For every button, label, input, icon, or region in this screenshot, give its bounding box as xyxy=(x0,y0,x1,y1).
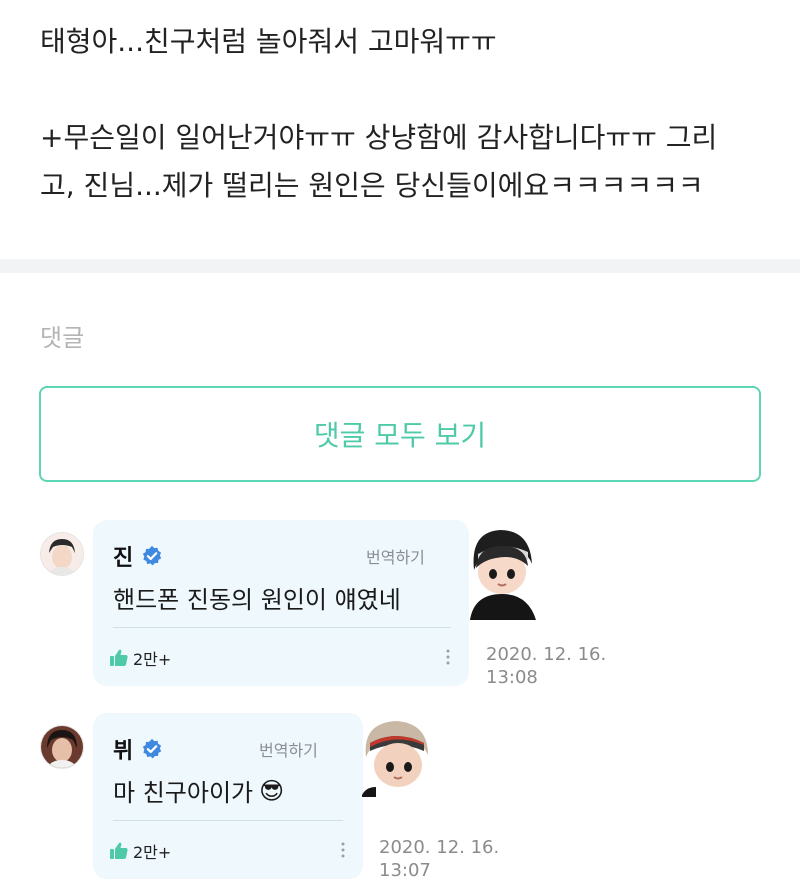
post-line: +무슨일이 일어난거야ㅠㅠ 상냥함에 감사합니다ㅠㅠ 그리 xyxy=(40,121,718,154)
vertical-dots-icon xyxy=(341,842,345,858)
translate-button[interactable]: 번역하기 xyxy=(259,737,318,761)
comment-text: 핸드폰 진동의 원인이 얘였네 xyxy=(113,580,401,615)
comment-text-content: 핸드폰 진동의 원인이 얘였네 xyxy=(113,586,401,614)
vertical-dots-icon xyxy=(446,649,450,665)
view-all-comments-button[interactable]: 댓글 모두 보기 xyxy=(39,386,761,482)
sticker-image xyxy=(466,524,538,624)
comment-item: 뷔 번역하기 마 친구아이가 😎 2만+ 2020. 12. 16. 13:07 xyxy=(0,713,800,883)
thumbs-up-icon xyxy=(110,649,128,666)
comment-time: 13:08 xyxy=(486,667,538,688)
comment-divider xyxy=(113,627,451,628)
author-name: 뷔 xyxy=(113,739,134,764)
comment-author[interactable]: 진 xyxy=(113,540,163,572)
sunglasses-emoji: 😎 xyxy=(259,776,285,805)
comment-bubble: 뷔 번역하기 마 친구아이가 😎 2만+ xyxy=(93,713,363,879)
post-line: 태형아...친구처럼 놀아줘서 고마워ㅠㅠ xyxy=(40,25,497,58)
like-count: 2만+ xyxy=(133,843,172,862)
post-body: 태형아...친구처럼 놀아줘서 고마워ㅠㅠ +무슨일이 일어난거야ㅠㅠ 상냥함에… xyxy=(40,18,760,210)
thumbs-up-icon xyxy=(110,842,128,859)
comment-item: 진 번역하기 핸드폰 진동의 원인이 얘였네 2만+ 2020. 12. 16.… xyxy=(0,520,800,690)
section-divider xyxy=(0,259,800,273)
avatar[interactable] xyxy=(40,725,84,769)
comment-text-content: 마 친구아이가 xyxy=(113,779,254,807)
author-name: 진 xyxy=(113,546,134,571)
verified-badge-icon xyxy=(143,738,162,759)
comment-divider xyxy=(113,820,343,821)
comment-timestamp: 2020. 12. 16. 13:07 xyxy=(379,836,499,882)
more-options-button[interactable] xyxy=(445,648,451,670)
translate-button[interactable]: 번역하기 xyxy=(366,544,425,568)
like-button[interactable]: 2만+ xyxy=(109,839,171,863)
comment-date: 2020. 12. 16. xyxy=(379,837,500,858)
avatar[interactable] xyxy=(40,532,84,576)
verified-badge-icon xyxy=(143,545,162,566)
post-line: 고, 진님...제가 떨리는 원인은 당신들이에요ㅋㅋㅋㅋㅋㅋ xyxy=(40,169,704,202)
sticker-image xyxy=(360,717,432,801)
comment-date: 2020. 12. 16. xyxy=(486,644,607,665)
comment-bubble: 진 번역하기 핸드폰 진동의 원인이 얘였네 2만+ xyxy=(93,520,469,686)
comment-text: 마 친구아이가 😎 xyxy=(113,773,284,808)
like-count: 2만+ xyxy=(133,650,172,669)
comment-time: 13:07 xyxy=(379,860,431,881)
comment-author[interactable]: 뷔 xyxy=(113,733,163,765)
more-options-button[interactable] xyxy=(340,841,346,863)
comments-section-title: 댓글 xyxy=(40,324,85,352)
like-button[interactable]: 2만+ xyxy=(109,646,171,670)
comment-timestamp: 2020. 12. 16. 13:08 xyxy=(486,643,606,689)
